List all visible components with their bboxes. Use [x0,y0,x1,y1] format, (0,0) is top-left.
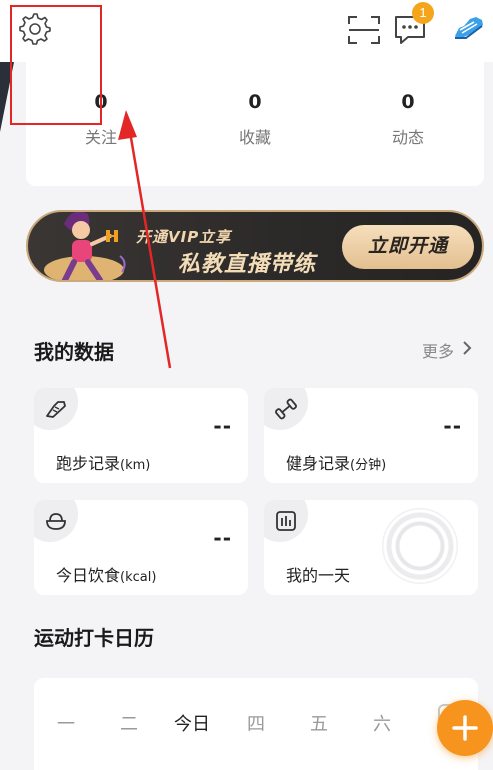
diet-value: -- [213,526,232,550]
stat-following-label: 关注 [84,128,117,147]
calendar-day-thu[interactable]: 四 [236,710,276,736]
chevron-right-icon[interactable] [460,339,474,357]
scan-icon[interactable] [347,14,381,46]
fitness-unit: (分钟) [350,458,387,473]
fitness-label-text: 健身记录 [286,454,351,473]
calendar-title: 运动打卡日历 [34,626,154,650]
fitness-record-card[interactable]: -- 健身记录(分钟) [264,388,478,483]
plus-icon [452,715,478,741]
diet-record-card[interactable]: -- 今日饮食(kcal) [34,500,248,595]
calendar-day-mon[interactable]: 一 [46,710,86,736]
activity-ring [382,508,458,584]
vip-banner[interactable]: 开通VIP立享 私教直播带练 立即开通 [26,210,484,282]
vip-promo-line1: 开通VIP立享 [136,228,232,246]
stat-posts-value: 0 [401,91,415,113]
diet-unit: (kcal) [120,570,157,585]
message-badge: 1 [412,2,434,24]
my-day-label: 我的一天 [286,566,351,585]
stat-favorites[interactable]: 0 收藏 [210,92,300,148]
trainer-illustration [44,212,126,280]
vip-open-button[interactable]: 立即开通 [342,225,474,269]
stat-posts[interactable]: 0 动态 [363,92,453,148]
running-label: 跑步记录(km) [56,450,150,474]
highlight-box [10,5,102,125]
vip-promo-line2: 私教直播带练 [178,252,317,277]
diet-label-text: 今日饮食 [56,566,121,585]
checkin-calendar: 一 二 今日 四 五 六 [34,678,478,770]
calendar-day-tue[interactable]: 二 [109,710,149,736]
running-record-card[interactable]: -- 跑步记录(km) [34,388,248,483]
calendar-day-fri[interactable]: 五 [299,710,339,736]
add-button[interactable] [437,700,493,756]
running-label-text: 跑步记录 [56,454,121,473]
bowl-icon [46,513,66,530]
stat-favorites-label: 收藏 [238,128,271,147]
stat-favorites-value: 0 [248,91,262,113]
dumbbell-icon [275,398,297,420]
more-link[interactable]: 更多 [422,338,454,362]
sneaker-icon [46,401,66,418]
my-data-title: 我的数据 [34,340,114,364]
fitness-value: -- [443,414,462,438]
stat-posts-label: 动态 [391,128,424,147]
sneaker-icon[interactable] [452,14,486,42]
running-unit: (km) [120,458,151,473]
bar-chart-icon [276,511,296,531]
calendar-day-sat[interactable]: 六 [362,710,402,736]
calendar-day-today[interactable]: 今日 [168,710,216,736]
running-value: -- [213,414,232,438]
my-day-card[interactable]: 我的一天 [264,500,478,595]
fitness-label: 健身记录(分钟) [286,450,386,474]
diet-label: 今日饮食(kcal) [56,562,156,586]
